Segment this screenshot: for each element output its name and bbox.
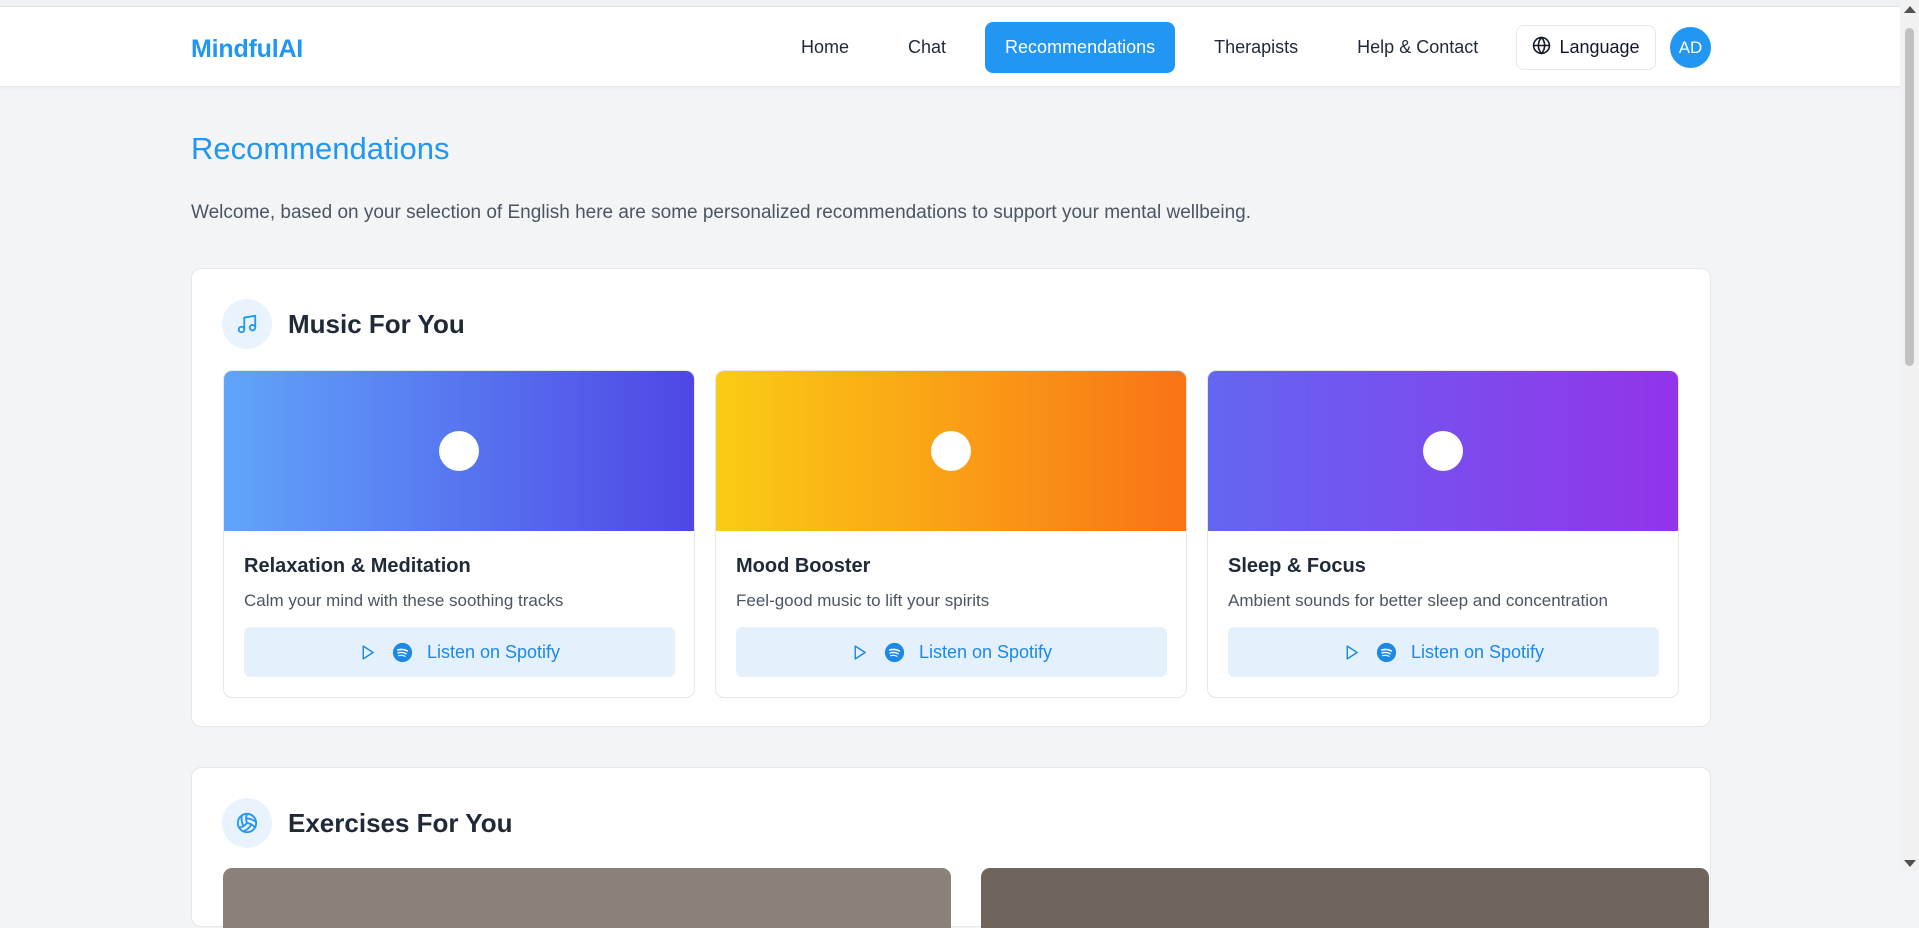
play-icon xyxy=(1343,644,1360,661)
listen-on-spotify-button[interactable]: Listen on Spotify xyxy=(1228,627,1659,677)
nav-recommendations[interactable]: Recommendations xyxy=(985,22,1176,73)
card-banner xyxy=(224,371,694,531)
spotify-icon xyxy=(392,642,413,663)
brand-logo[interactable]: MindfulAI xyxy=(191,35,303,64)
exercises-section-title: Exercises For You xyxy=(288,807,513,838)
music-section: Music For You Relaxation & Meditation Ca… xyxy=(191,268,1711,727)
music-cards: Relaxation & Meditation Calm your mind w… xyxy=(223,370,1679,698)
card-description: Calm your mind with these soothing track… xyxy=(244,591,564,610)
card-title: Relaxation & Meditation xyxy=(244,555,471,577)
main-nav: Home Chat Recommendations Therapists Hel… xyxy=(781,22,1517,73)
top-navbar: MindfulAI Home Chat Recommendations Ther… xyxy=(0,7,1900,87)
card-description: Ambient sounds for better sleep and conc… xyxy=(1228,591,1608,610)
language-button[interactable]: Language xyxy=(1516,25,1656,70)
banner-circle xyxy=(439,431,479,471)
spotify-icon xyxy=(1376,642,1397,663)
page-title: Recommendations xyxy=(191,131,450,166)
banner-circle xyxy=(931,431,971,471)
card-banner xyxy=(1208,371,1678,531)
play-icon xyxy=(359,644,376,661)
nav-chat[interactable]: Chat xyxy=(888,22,966,73)
browser-top-edge xyxy=(0,0,1900,7)
nav-therapists[interactable]: Therapists xyxy=(1194,22,1318,73)
scrollbar-thumb[interactable] xyxy=(1905,28,1914,366)
music-section-title: Music For You xyxy=(288,308,465,339)
exercises-section: Exercises For You xyxy=(191,767,1711,928)
music-card: Mood Booster Feel-good music to lift you… xyxy=(715,370,1187,698)
globe-icon xyxy=(1532,36,1551,60)
banner-circle xyxy=(1423,431,1463,471)
play-icon xyxy=(851,644,868,661)
exercise-cards xyxy=(223,868,1709,928)
exercise-card-image[interactable] xyxy=(223,868,951,928)
card-description: Feel-good music to lift your spirits xyxy=(736,591,990,610)
card-title: Sleep & Focus xyxy=(1228,555,1366,577)
listen-label: Listen on Spotify xyxy=(1410,641,1545,662)
listen-label: Listen on Spotify xyxy=(426,641,561,662)
card-banner xyxy=(716,371,1186,531)
card-title: Mood Booster xyxy=(736,555,871,577)
page-intro: Welcome, based on your selection of Engl… xyxy=(191,202,1252,223)
volleyball-icon xyxy=(222,798,272,848)
page-scrollbar[interactable] xyxy=(1900,0,1919,871)
listen-label: Listen on Spotify xyxy=(918,641,1053,662)
exercises-section-header: Exercises For You xyxy=(222,798,512,848)
scroll-up-arrow-icon[interactable] xyxy=(1904,6,1916,13)
user-avatar[interactable]: AD xyxy=(1670,27,1711,68)
music-note-icon xyxy=(222,299,272,349)
music-section-header: Music For You xyxy=(222,299,465,349)
music-card: Relaxation & Meditation Calm your mind w… xyxy=(223,370,695,698)
spotify-icon xyxy=(884,642,905,663)
scroll-down-arrow-icon[interactable] xyxy=(1904,860,1916,867)
language-label: Language xyxy=(1559,37,1640,57)
nav-help-contact[interactable]: Help & Contact xyxy=(1337,22,1498,73)
nav-home[interactable]: Home xyxy=(781,22,869,73)
music-card: Sleep & Focus Ambient sounds for better … xyxy=(1207,370,1679,698)
listen-on-spotify-button[interactable]: Listen on Spotify xyxy=(244,627,675,677)
exercise-card-image[interactable] xyxy=(981,868,1709,928)
listen-on-spotify-button[interactable]: Listen on Spotify xyxy=(736,627,1167,677)
